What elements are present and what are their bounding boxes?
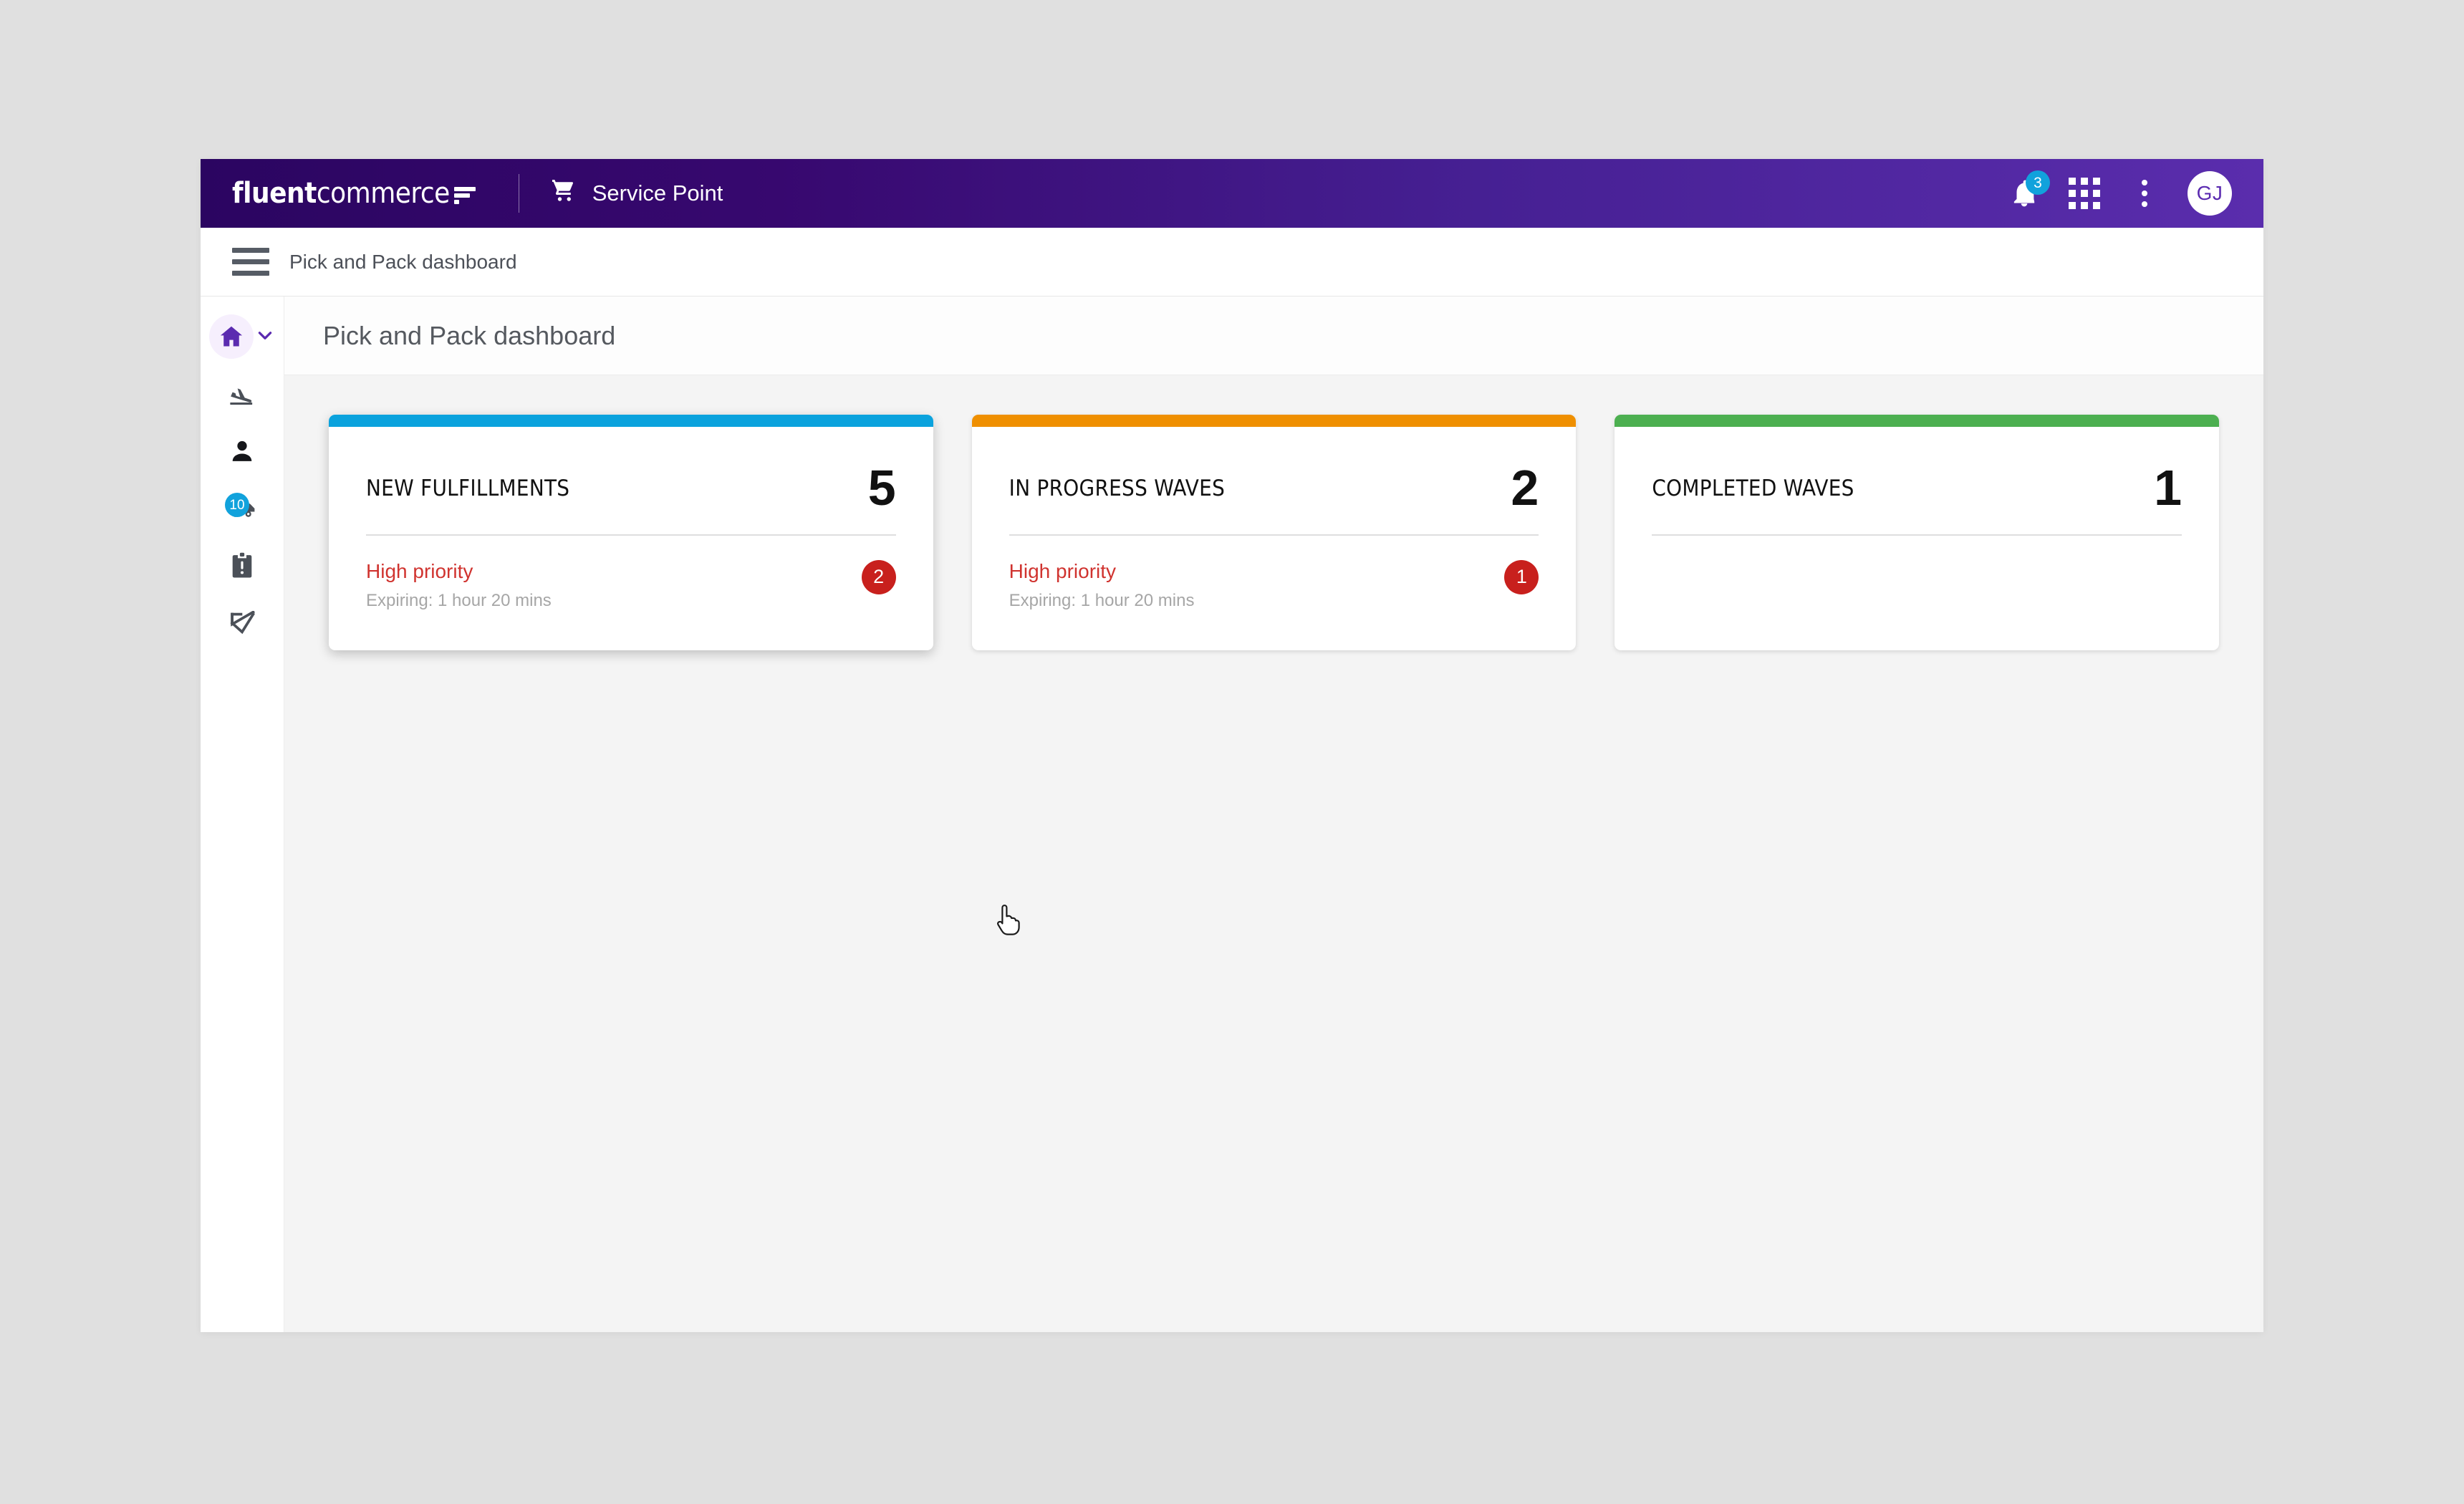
deliveries-count-badge: 10 xyxy=(225,493,249,517)
sidebar-item-customer[interactable] xyxy=(201,423,284,480)
card-accent-bar xyxy=(329,415,933,427)
body-split: 10 Pick and Pack dashboard NEW FULFILLME… xyxy=(201,297,2263,1332)
kebab-menu-icon xyxy=(2142,180,2147,207)
card-count: 1 xyxy=(2154,460,2183,516)
shopping-cart-icon xyxy=(549,178,577,209)
person-icon xyxy=(221,430,264,473)
sidebar-item-home[interactable] xyxy=(201,308,284,365)
expiring-label: Expiring: 1 hour 20 mins xyxy=(366,590,552,610)
card-top: IN PROGRESS WAVES 2 xyxy=(1009,460,1539,516)
notification-count-badge: 3 xyxy=(2026,170,2050,195)
priority-count-badge: 2 xyxy=(861,559,896,594)
sidebar-item-inbound[interactable] xyxy=(201,365,284,423)
card-top: NEW FULFILLMENTS 5 xyxy=(366,460,896,516)
card-count: 5 xyxy=(867,460,896,516)
app-window: fluent commerce Service Point 3 GJ Pick … xyxy=(201,159,2263,1332)
card-label: COMPLETED WAVES xyxy=(1652,475,1854,501)
hamburger-menu-icon[interactable] xyxy=(232,248,269,276)
card-label: NEW FULFILLMENTS xyxy=(366,475,570,501)
card-divider xyxy=(366,534,896,536)
return-arrow-icon xyxy=(221,602,264,645)
left-sidebar: 10 xyxy=(201,297,284,1332)
high-priority-label: High priority xyxy=(1009,559,1117,582)
more-options-button[interactable] xyxy=(2114,163,2175,223)
card-priority-row: High priority Expiring: 1 hour 20 mins 1 xyxy=(1009,559,1539,611)
priority-count-badge: 1 xyxy=(1504,559,1539,594)
main-content: Pick and Pack dashboard NEW FULFILLMENTS… xyxy=(284,297,2263,1332)
sidebar-item-returns[interactable] xyxy=(201,594,284,652)
card-top: COMPLETED WAVES 1 xyxy=(1652,460,2183,516)
service-point-context[interactable]: Service Point xyxy=(549,178,723,209)
brand-suffix: commerce xyxy=(316,177,450,210)
sidebar-item-deliveries[interactable]: 10 xyxy=(201,480,284,537)
card-in-progress-waves[interactable]: IN PROGRESS WAVES 2 High priority Expiri… xyxy=(971,415,1577,650)
sidebar-item-tasks[interactable] xyxy=(201,537,284,594)
fluent-commerce-logo[interactable]: fluent commerce xyxy=(232,177,476,210)
breadcrumb: Pick and Pack dashboard xyxy=(289,250,517,273)
service-point-label: Service Point xyxy=(592,180,723,206)
apps-grid-icon xyxy=(2069,178,2100,209)
page-title: Pick and Pack dashboard xyxy=(323,320,616,350)
card-accent-bar xyxy=(1614,415,2220,427)
card-body: NEW FULFILLMENTS 5 High priority Expirin… xyxy=(329,427,933,640)
card-label: IN PROGRESS WAVES xyxy=(1009,475,1226,501)
card-count: 2 xyxy=(1511,460,1539,516)
card-priority-row: High priority Expiring: 1 hour 20 mins 2 xyxy=(366,559,896,611)
card-body: COMPLETED WAVES 1 xyxy=(1614,427,2219,650)
app-switcher-button[interactable] xyxy=(2054,163,2114,223)
card-priority-text: High priority Expiring: 1 hour 20 mins xyxy=(366,560,552,611)
user-avatar[interactable]: GJ xyxy=(2188,171,2232,216)
card-new-fulfillments[interactable]: NEW FULFILLMENTS 5 High priority Expirin… xyxy=(329,415,933,650)
brand-mark-icon xyxy=(453,183,476,204)
card-divider xyxy=(1652,534,2183,536)
card-body: IN PROGRESS WAVES 2 High priority Expiri… xyxy=(972,427,1577,640)
card-completed-waves[interactable]: COMPLETED WAVES 1 xyxy=(1614,415,2220,650)
card-divider xyxy=(1009,534,1539,536)
dashboard-card-row: NEW FULFILLMENTS 5 High priority Expirin… xyxy=(284,375,2263,650)
delivery-truck-icon: 10 xyxy=(221,487,264,530)
home-icon xyxy=(209,314,254,359)
high-priority-label: High priority xyxy=(366,559,473,582)
pointer-hand-cursor xyxy=(993,902,1022,936)
expiring-label: Expiring: 1 hour 20 mins xyxy=(1009,590,1195,610)
page-header: Pick and Pack dashboard xyxy=(284,297,2263,375)
chevron-down-icon[interactable] xyxy=(256,326,274,348)
card-accent-bar xyxy=(971,415,1577,427)
clipboard-alert-icon xyxy=(221,544,264,587)
plane-landing-icon xyxy=(221,372,264,415)
topbar-actions: 3 GJ xyxy=(1994,163,2263,223)
card-priority-text: High priority Expiring: 1 hour 20 mins xyxy=(1009,560,1195,611)
brand-prefix: fluent xyxy=(232,177,317,210)
breadcrumb-bar: Pick and Pack dashboard xyxy=(201,228,2263,297)
top-navigation-bar: fluent commerce Service Point 3 GJ xyxy=(201,159,2263,228)
notifications-button[interactable]: 3 xyxy=(1994,163,2054,223)
